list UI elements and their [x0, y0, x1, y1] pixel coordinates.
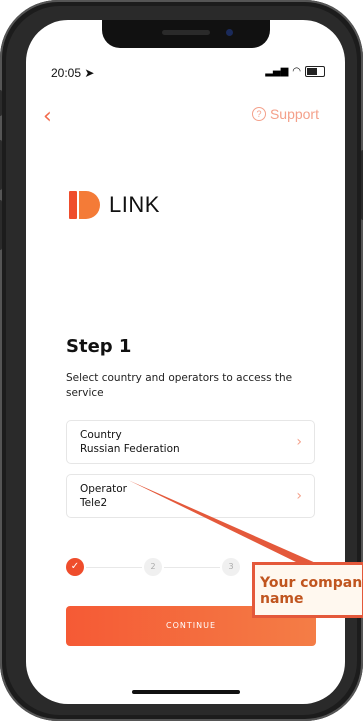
chevron-right-icon: ›	[296, 488, 302, 504]
annotation-text: Your company name	[260, 575, 363, 607]
country-select[interactable]: Country Russian Federation ›	[66, 420, 315, 464]
country-value: Russian Federation	[80, 443, 180, 455]
help-circle-icon: ?	[251, 107, 266, 121]
wifi-icon: ◠	[292, 66, 301, 77]
status-time: 20:05 ➤	[51, 66, 95, 80]
step-description: Select country and operators to access t…	[66, 372, 293, 399]
speaker	[162, 30, 210, 35]
country-label: Country	[80, 429, 122, 441]
back-button[interactable]: ‹	[43, 106, 52, 128]
brand-logo: LINK	[69, 191, 160, 219]
step-3-indicator: 3	[222, 558, 240, 576]
mute-switch	[0, 90, 2, 116]
step-2-indicator: 2	[144, 558, 162, 576]
annotation-callout: Your company name	[252, 562, 363, 618]
volume-up-button	[0, 140, 2, 190]
battery-icon	[305, 66, 325, 77]
stepper-line	[164, 567, 220, 568]
operator-value: Tele2	[80, 497, 108, 509]
step-1-check-icon: ✓	[66, 558, 84, 576]
step-title: Step 1	[66, 336, 132, 357]
logo-text: LINK	[109, 192, 160, 217]
support-link[interactable]: ? Support	[251, 106, 319, 122]
chevron-right-icon: ›	[296, 434, 302, 450]
operator-select[interactable]: Operator Tele2 ›	[66, 474, 315, 518]
logo-mark-icon	[69, 191, 100, 219]
volume-down-button	[0, 200, 2, 250]
notch	[102, 20, 270, 48]
signal-icon: ▂▄▆	[265, 66, 289, 77]
home-indicator	[132, 690, 240, 694]
support-label: Support	[269, 106, 319, 122]
operator-label: Operator	[80, 483, 127, 495]
camera-icon	[226, 29, 233, 36]
location-arrow-icon: ➤	[84, 66, 95, 80]
status-icons: ▂▄▆ ◠	[265, 66, 325, 77]
chevron-left-icon: ‹	[43, 104, 52, 129]
stepper-line	[86, 567, 142, 568]
